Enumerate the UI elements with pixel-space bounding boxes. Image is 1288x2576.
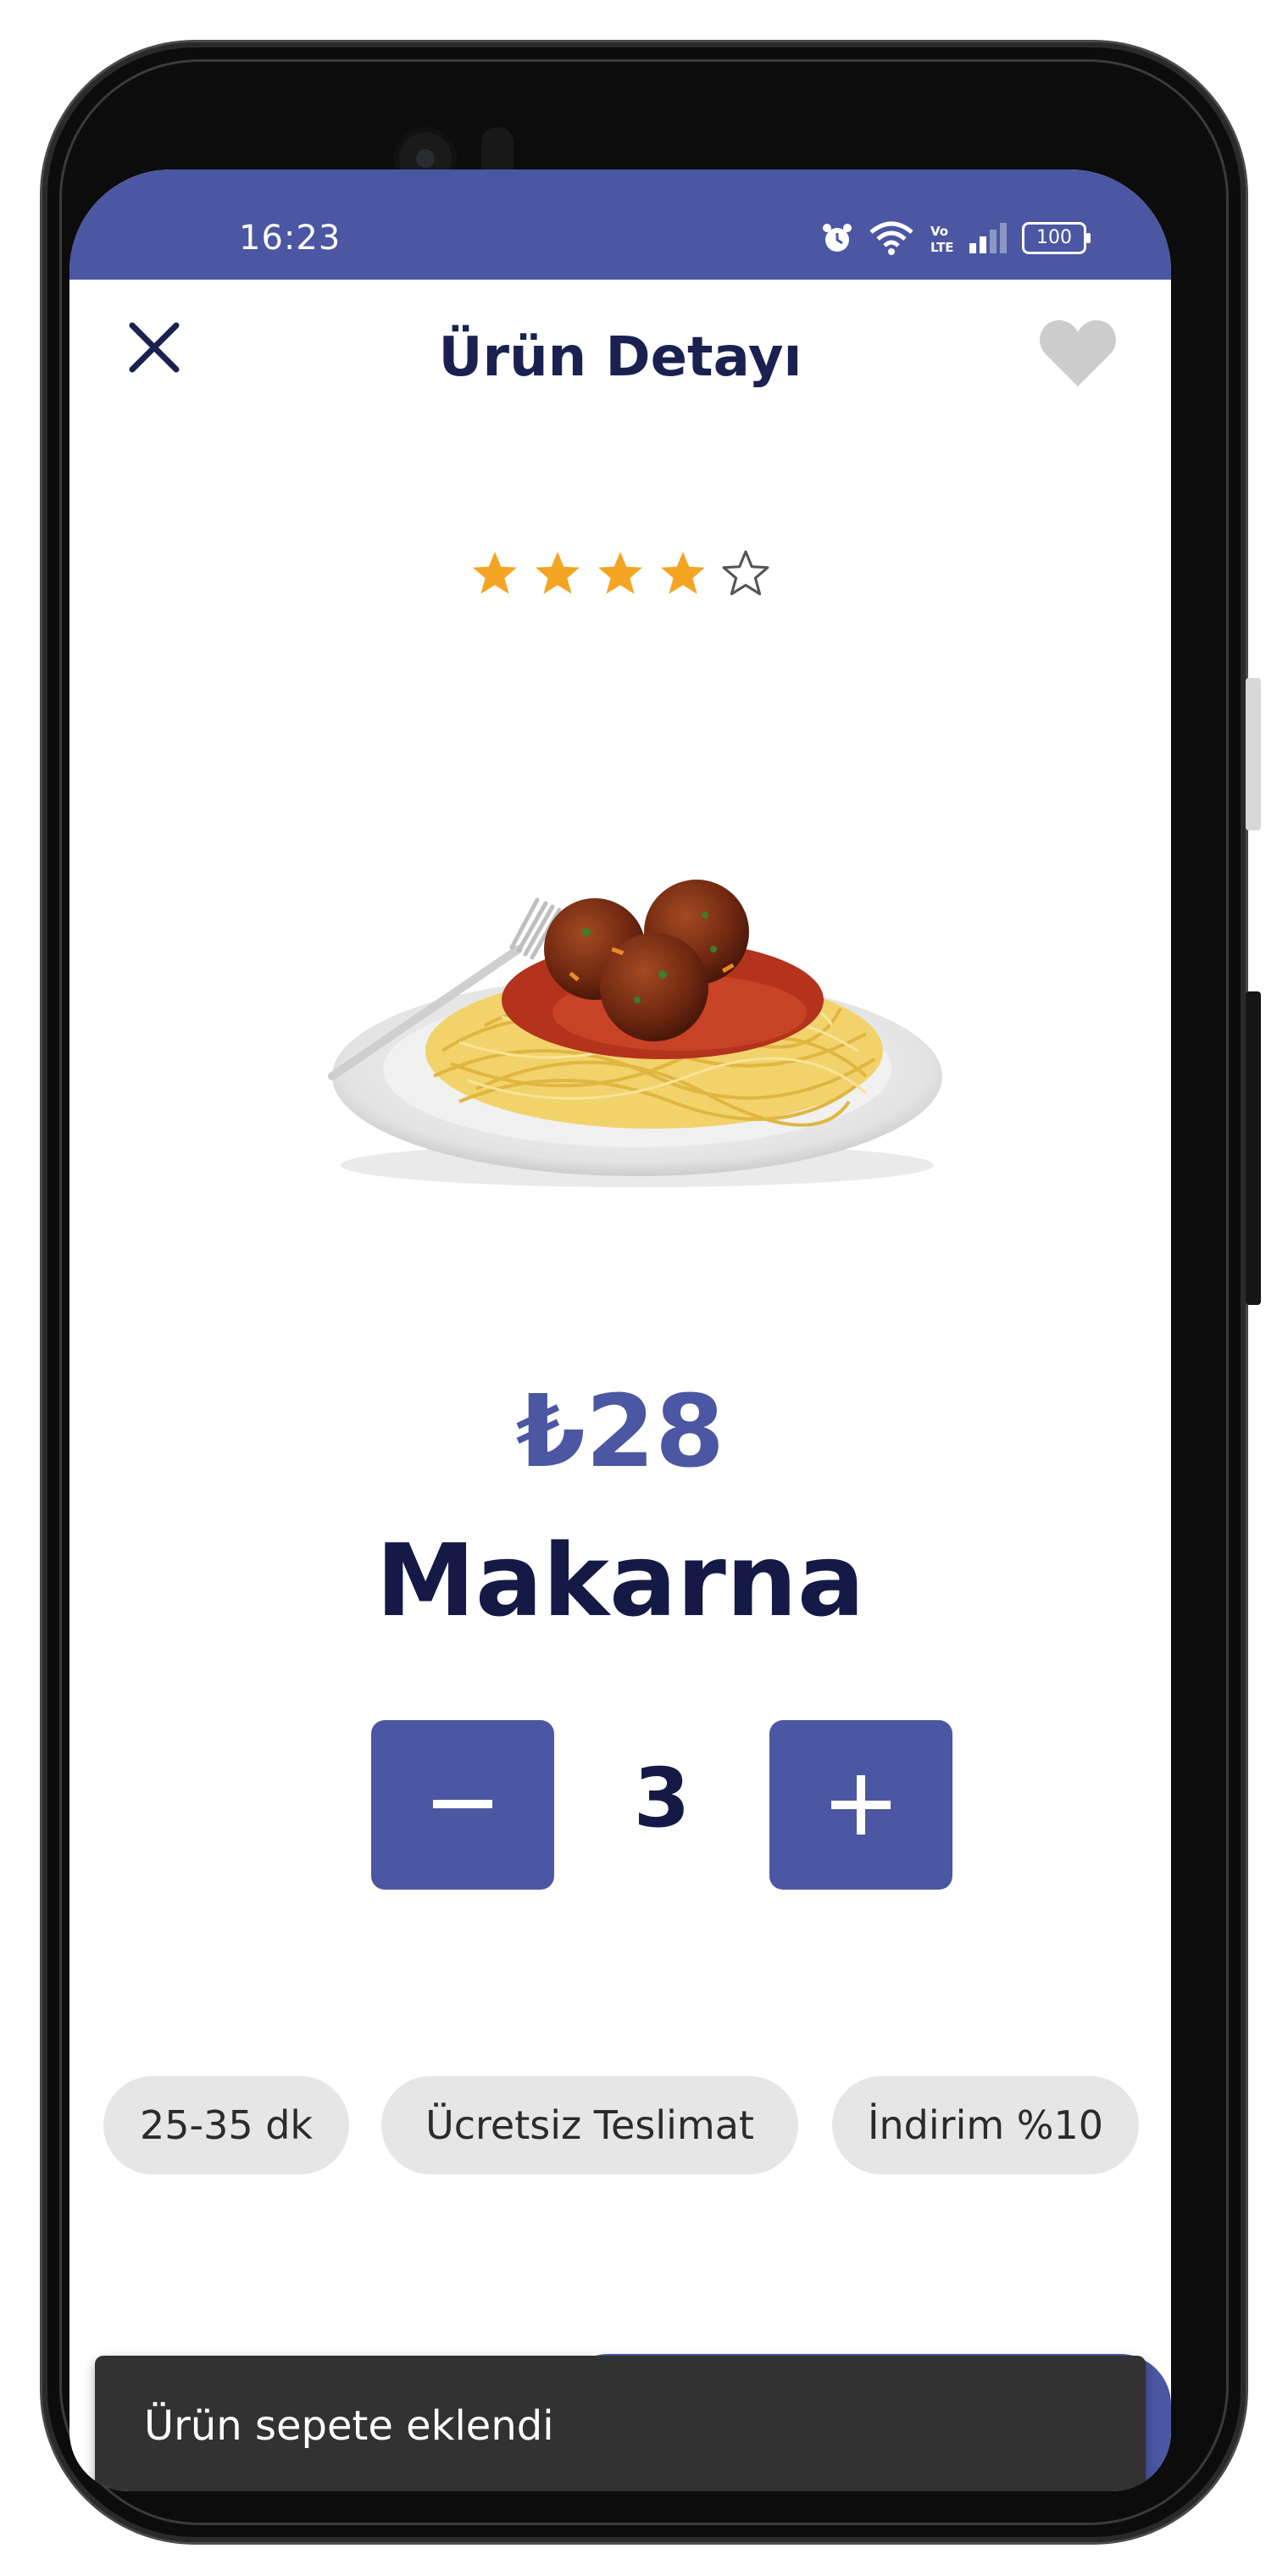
battery-icon: 100 (1022, 222, 1091, 254)
app-screen: 16:23 Vo LTE 100 Ürün Detayı ₺28 Makarna… (69, 169, 1171, 2491)
minus-icon (433, 1800, 492, 1808)
star-filled-icon (473, 552, 517, 594)
snackbar-message: Ürün sepete eklendi (144, 2402, 554, 2450)
wifi-icon (869, 221, 913, 255)
star-empty-icon (722, 550, 769, 596)
quantity-value: 3 (633, 1751, 691, 1846)
status-icons: Vo LTE 100 (820, 220, 1091, 256)
star-filled-icon (661, 552, 705, 594)
star-filled-icon (598, 552, 642, 594)
spaghetti-meatballs-image (328, 880, 942, 1187)
quantity-stepper: 3 (69, 1720, 1171, 1890)
snackbar: Ürün sepete eklendi (95, 2356, 1146, 2491)
header: Ürün Detayı (69, 280, 1171, 407)
status-bar: 16:23 Vo LTE 100 (69, 169, 1171, 280)
svg-text:LTE: LTE (930, 240, 954, 255)
alarm-icon (823, 224, 852, 252)
page-title: Ürün Detayı (438, 326, 802, 389)
delivery-time-chip: 25-35 dk (103, 2076, 349, 2174)
star-filled-icon (536, 552, 580, 594)
rating-stars (69, 549, 1171, 597)
decrease-quantity-button[interactable] (371, 1720, 554, 1890)
volte-icon: Vo LTE (930, 224, 954, 255)
svg-text:Vo: Vo (930, 224, 948, 239)
discount-chip: İndirim %10 (832, 2076, 1139, 2174)
product-price: ₺28 (515, 1373, 725, 1490)
product-image (315, 822, 959, 1195)
plus-icon (831, 1775, 891, 1835)
free-delivery-chip: Ücretsiz Teslimat (381, 2076, 798, 2174)
volume-button (1246, 991, 1261, 1305)
favorite-button[interactable] (1035, 310, 1120, 395)
status-time: 16:23 (239, 219, 341, 258)
signal-icon (969, 223, 1007, 253)
power-button (1246, 678, 1261, 830)
increase-quantity-button[interactable] (769, 1720, 952, 1890)
product-name: Makarna (375, 1522, 865, 1639)
heart-icon (1040, 320, 1116, 386)
